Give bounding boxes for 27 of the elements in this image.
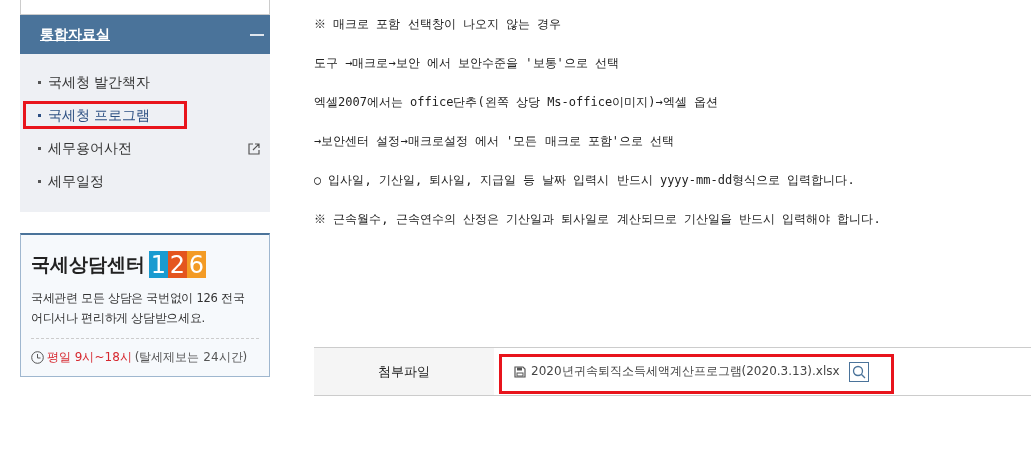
text-line: 도구 →매크로→보안 에서 보안수준을 '보통'으로 선택 — [314, 55, 621, 72]
bullet-icon — [38, 81, 41, 84]
external-link-icon[interactable] — [248, 142, 260, 155]
menu-item[interactable]: 세무용어사전 — [48, 139, 248, 158]
text-line: →보안센터 설정→매크로설정 에서 '모든 매크로 포함'으로 선택 — [314, 133, 676, 150]
search-button[interactable] — [848, 361, 869, 382]
hours-note: (탈세제보는 24시간) — [134, 349, 248, 366]
file-link[interactable]: 2020년귀속퇴직소득세액계산프로그램(2020.3.13).xlsx — [531, 363, 840, 380]
text-line: ※ 매크로 포함 선택창이 나오지 않는 경우 — [314, 16, 563, 33]
section-title[interactable]: 통합자료실 — [40, 25, 110, 44]
card-description: 국세관련 모든 상담은 국번없이 126 전국 어디서나 편리하게 상담받으세요. — [31, 288, 259, 339]
card-title: 국세상담센터 — [31, 251, 145, 277]
hours-text: 평일 9시~18시 — [47, 349, 132, 366]
menu-item[interactable]: 세무일정 — [48, 172, 260, 191]
clock-icon — [31, 351, 44, 364]
bullet-icon — [38, 147, 41, 150]
text-line: 엑셀2007에서는 office단추(왼쪽 상당 Ms-office이미지)→엑셀 옵션 — [314, 94, 719, 111]
menu-item[interactable]: 국세청 발간책자 — [48, 73, 260, 92]
attachment-label: 첨부파일 — [314, 348, 494, 395]
bullet-icon — [38, 180, 41, 183]
number-logo: 6 — [187, 251, 206, 278]
text-line: ※ 근속월수, 근속연수의 산정은 기산일과 퇴사일로 계산되므로 기산일을 반드시 입력해야 합니다. — [314, 211, 882, 228]
bullet-icon — [38, 114, 41, 117]
menu-item[interactable]: 국세청 프로그램 — [48, 106, 260, 125]
number-logo: 1 — [149, 251, 168, 278]
number-logo: 2 — [168, 251, 187, 278]
text-line: ○ 입사일, 기산일, 퇴사일, 지급일 등 날짜 입력시 반드시 yyyy-mm-dd형식으로 입력합니다. — [314, 172, 856, 189]
